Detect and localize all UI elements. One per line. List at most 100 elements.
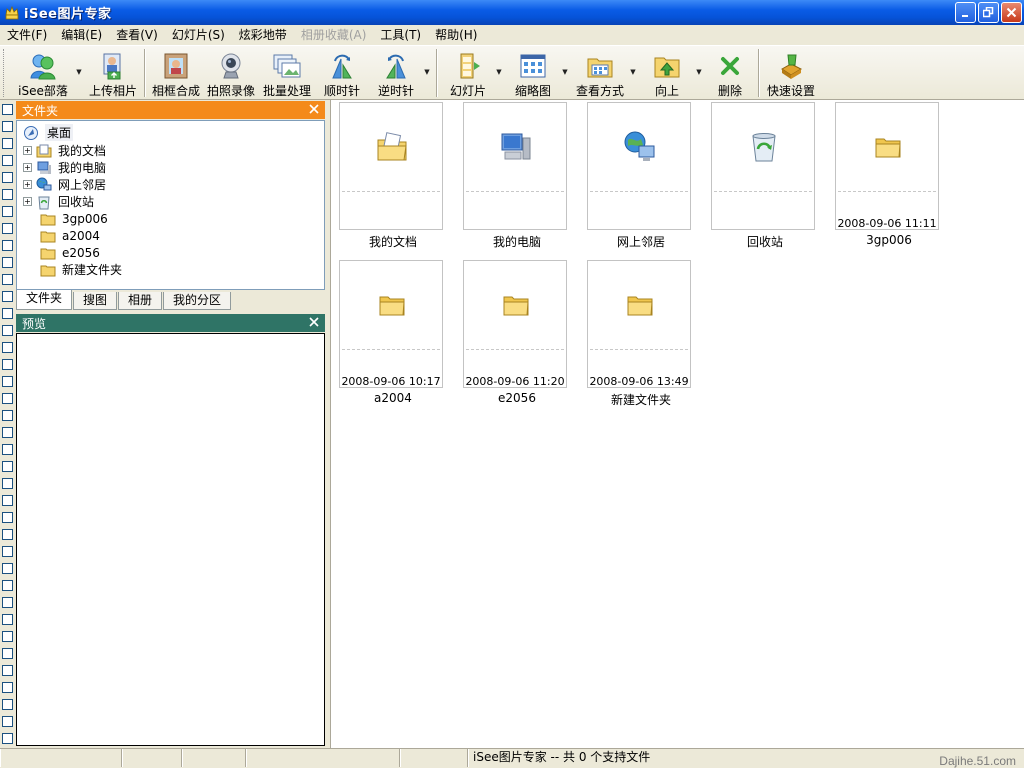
row-checkbox[interactable] (2, 461, 13, 472)
row-checkbox[interactable] (2, 342, 13, 353)
menu-help[interactable]: 帮助(H) (428, 25, 484, 45)
status-cell (400, 749, 468, 767)
thumbnail-item[interactable]: 回收站 (703, 100, 827, 260)
row-checkbox[interactable] (2, 206, 13, 217)
tree-item-new-folder[interactable]: 新建文件夹 (40, 261, 122, 278)
isee-community-button[interactable]: iSee部落 (11, 46, 75, 98)
row-checkbox[interactable] (2, 614, 13, 625)
webcam-button[interactable]: 拍照录像 (203, 46, 259, 98)
tab-my-partitions[interactable]: 我的分区 (163, 292, 232, 310)
menu-file[interactable]: 文件(F) (0, 25, 54, 45)
upload-photo-button[interactable]: 上传相片 (85, 46, 141, 98)
row-checkbox[interactable] (2, 597, 13, 608)
thumbnail-item[interactable]: 2008-09-06 11:20 e2056 (455, 258, 579, 418)
row-checkbox[interactable] (2, 733, 13, 744)
row-checkbox[interactable] (2, 529, 13, 540)
rotate-clockwise-button[interactable]: 顺时针 (315, 46, 369, 98)
thumbnail-date: 2008-09-06 11:20 (465, 375, 565, 388)
row-checkbox[interactable] (2, 155, 13, 166)
toolbar-separator (436, 49, 438, 97)
row-checkbox[interactable] (2, 631, 13, 642)
row-checkbox[interactable] (2, 444, 13, 455)
row-checkbox[interactable] (2, 512, 13, 523)
thumbnail-item[interactable]: 2008-09-06 13:49 新建文件夹 (579, 258, 703, 418)
row-checkbox[interactable] (2, 699, 13, 710)
row-checkbox[interactable] (2, 427, 13, 438)
row-checkbox[interactable] (2, 257, 13, 268)
minimize-button[interactable] (955, 2, 976, 23)
row-checkbox[interactable] (2, 495, 13, 506)
toolbar-grip[interactable] (3, 49, 9, 97)
row-checkbox[interactable] (2, 580, 13, 591)
folder-up-button[interactable]: 向上 (639, 46, 695, 98)
row-checkbox[interactable] (2, 546, 13, 557)
row-checkbox[interactable] (2, 410, 13, 421)
row-checkbox[interactable] (2, 223, 13, 234)
row-checkbox[interactable] (2, 274, 13, 285)
row-checkbox[interactable] (2, 359, 13, 370)
row-checkbox[interactable] (2, 104, 13, 115)
tree-item-3gp006[interactable]: 3gp006 (40, 210, 108, 227)
tree-root-desktop[interactable]: 桌面 (23, 124, 74, 141)
thumbnail-item[interactable]: 我的文档 (331, 100, 455, 260)
delete-button[interactable]: 删除 (705, 46, 755, 98)
thumbnail-item[interactable]: 2008-09-06 11:11 3gp006 (827, 100, 951, 260)
row-checkbox[interactable] (2, 716, 13, 727)
expand-toggle[interactable]: + (23, 180, 32, 189)
thumbnail-item[interactable]: 我的电脑 (455, 100, 579, 260)
quick-settings-button[interactable]: 快速设置 (763, 46, 819, 98)
row-checkbox[interactable] (2, 240, 13, 251)
row-checkbox[interactable] (2, 138, 13, 149)
tree-item-e2056[interactable]: e2056 (40, 244, 100, 261)
menu-slideshow[interactable]: 幻灯片(S) (165, 25, 232, 45)
menu-tools[interactable]: 工具(T) (373, 25, 428, 45)
rotate-dropdown[interactable]: ▼ (423, 46, 431, 98)
expand-toggle[interactable]: + (23, 146, 32, 155)
menu-album-favorites[interactable]: 相册收藏(A) (294, 25, 374, 45)
expand-toggle[interactable]: + (23, 163, 32, 172)
photo-frame-button[interactable]: 相框合成 (149, 46, 203, 98)
tree-item-a2004[interactable]: a2004 (40, 227, 100, 244)
preview-panel-close-button[interactable] (307, 315, 321, 329)
slideshow-button[interactable]: 幻灯片 (441, 46, 495, 98)
row-checkbox[interactable] (2, 325, 13, 336)
menu-edit[interactable]: 编辑(E) (54, 25, 109, 45)
tab-search-images[interactable]: 搜图 (73, 292, 118, 310)
row-checkbox[interactable] (2, 308, 13, 319)
tab-albums[interactable]: 相册 (118, 292, 163, 310)
row-checkbox[interactable] (2, 478, 13, 489)
rotate-counterclockwise-button[interactable]: 逆时针 (369, 46, 423, 98)
tree-item-my-documents[interactable]: + 我的文档 (23, 142, 106, 159)
batch-process-button[interactable]: 批量处理 (259, 46, 315, 98)
row-checkbox[interactable] (2, 665, 13, 676)
isee-community-dropdown[interactable]: ▼ (75, 46, 83, 98)
row-checkbox[interactable] (2, 121, 13, 132)
thumbnail-item[interactable]: 网上邻居 (579, 100, 703, 260)
row-checkbox[interactable] (2, 189, 13, 200)
menu-view[interactable]: 查看(V) (109, 25, 165, 45)
close-button[interactable] (1001, 2, 1022, 23)
view-mode-dropdown[interactable]: ▼ (629, 46, 637, 98)
folder-up-dropdown[interactable]: ▼ (695, 46, 703, 98)
tree-item-my-computer[interactable]: + 我的电脑 (23, 159, 106, 176)
slideshow-dropdown[interactable]: ▼ (495, 46, 503, 98)
row-checkbox[interactable] (2, 563, 13, 574)
row-checkbox[interactable] (2, 376, 13, 387)
thumbnails-dropdown[interactable]: ▼ (561, 46, 569, 98)
tab-folders[interactable]: 文件夹 (16, 290, 73, 310)
thumbnails-button[interactable]: 缩略图 (505, 46, 561, 98)
restore-button[interactable] (978, 2, 999, 23)
menu-color-zone[interactable]: 炫彩地带 (232, 25, 294, 45)
row-checkbox[interactable] (2, 172, 13, 183)
folder-panel-close-button[interactable] (307, 102, 321, 116)
row-checkbox[interactable] (2, 682, 13, 693)
view-mode-button[interactable]: 查看方式 (571, 46, 629, 98)
row-checkbox[interactable] (2, 393, 13, 404)
title-bar[interactable]: iSee图片专家 (0, 0, 1024, 25)
tree-item-recycle-bin[interactable]: + 回收站 (23, 193, 94, 210)
row-checkbox[interactable] (2, 648, 13, 659)
thumbnail-item[interactable]: 2008-09-06 10:17 a2004 (331, 258, 455, 418)
expand-toggle[interactable]: + (23, 197, 32, 206)
tree-item-network[interactable]: + 网上邻居 (23, 176, 106, 193)
row-checkbox[interactable] (2, 291, 13, 302)
